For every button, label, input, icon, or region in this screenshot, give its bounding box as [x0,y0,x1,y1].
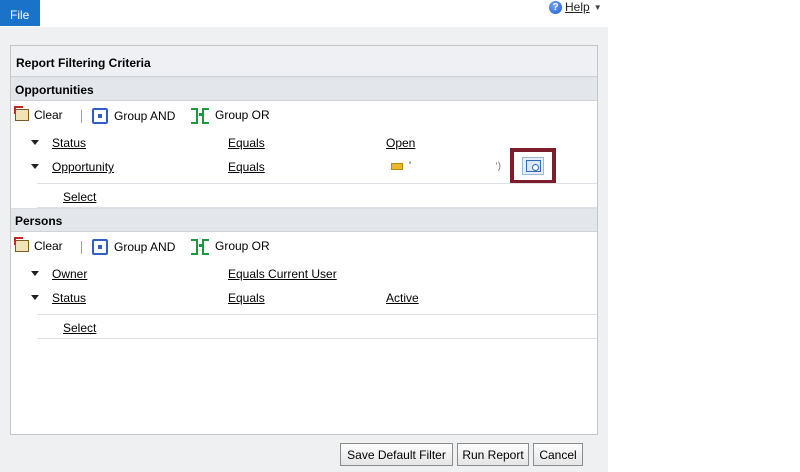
condition-operator[interactable]: Equals [228,291,265,305]
group-or-label: Group OR [215,108,270,122]
condition-field[interactable]: Opportunity [52,160,114,174]
save-default-filter-button[interactable]: Save Default Filter [340,443,453,466]
section-header-persons: Persons [11,208,597,232]
highlight-frame [510,148,556,184]
lookup-marker: ‘) [495,160,501,172]
select-row: Select [37,183,597,208]
group-and-icon [92,239,108,255]
section-header-opportunities: Opportunities [11,77,597,101]
clear-label: Clear [34,239,63,253]
group-and-label: Group AND [114,240,176,254]
help-label: Help [565,0,590,14]
condition-value[interactable]: Active [386,291,419,305]
group-or-icon [191,108,209,124]
group-and-icon [92,108,108,124]
group-or-label: Group OR [215,239,270,253]
group-and-label: Group AND [114,109,176,123]
clear-label: Clear [34,108,63,122]
row-menu-arrow-icon[interactable] [31,140,39,145]
clear-icon [14,106,29,121]
clear-icon [14,237,29,252]
clear-button[interactable]: Clear [14,106,63,122]
filter-criteria-panel: Report Filtering Criteria Opportunities … [10,45,598,435]
lookup-input[interactable]: ' ‘) [385,155,503,177]
section-toolbar-opportunities: Clear Group AND Group OR [11,101,597,131]
group-and-button[interactable]: Group AND [92,239,175,255]
ribbon-bar: File ? Help ▼ [0,0,608,26]
condition-operator[interactable]: Equals [228,160,265,174]
row-menu-arrow-icon[interactable] [31,164,39,169]
clear-button[interactable]: Clear [14,237,63,253]
file-menu-tab[interactable]: File [0,0,40,26]
condition-row: Opportunity Equals ' ‘) [11,148,597,184]
toolbar-divider [81,241,82,254]
lookup-search-icon[interactable] [522,157,544,175]
record-icon [391,162,403,170]
select-link[interactable]: Select [63,190,96,204]
condition-operator[interactable]: Equals Current User [228,267,337,281]
row-menu-arrow-icon[interactable] [31,295,39,300]
report-filter-dialog: Report Filtering Criteria Opportunities … [0,27,608,472]
condition-field[interactable]: Status [52,136,86,150]
row-menu-arrow-icon[interactable] [31,271,39,276]
group-or-icon [191,239,209,255]
condition-row: Status Equals Active [11,286,597,310]
help-menu[interactable]: ? Help ▼ [549,0,602,14]
chevron-down-icon: ▼ [593,2,602,12]
condition-value[interactable]: Open [386,136,415,150]
group-or-button[interactable]: Group OR [191,108,270,124]
group-and-button[interactable]: Group AND [92,108,175,124]
toolbar-divider [81,110,82,123]
section-toolbar-persons: Clear Group AND Group OR [11,232,597,262]
select-row: Select [37,314,597,339]
panel-title: Report Filtering Criteria [11,46,597,77]
help-icon: ? [549,0,562,14]
cancel-button[interactable]: Cancel [533,443,583,466]
run-report-button[interactable]: Run Report [457,443,529,466]
condition-field[interactable]: Owner [52,267,87,281]
select-link[interactable]: Select [63,321,96,335]
condition-operator[interactable]: Equals [228,136,265,150]
condition-row: Owner Equals Current User [11,262,597,286]
lookup-value: ' [409,160,412,172]
group-or-button[interactable]: Group OR [191,239,270,255]
condition-field[interactable]: Status [52,291,86,305]
